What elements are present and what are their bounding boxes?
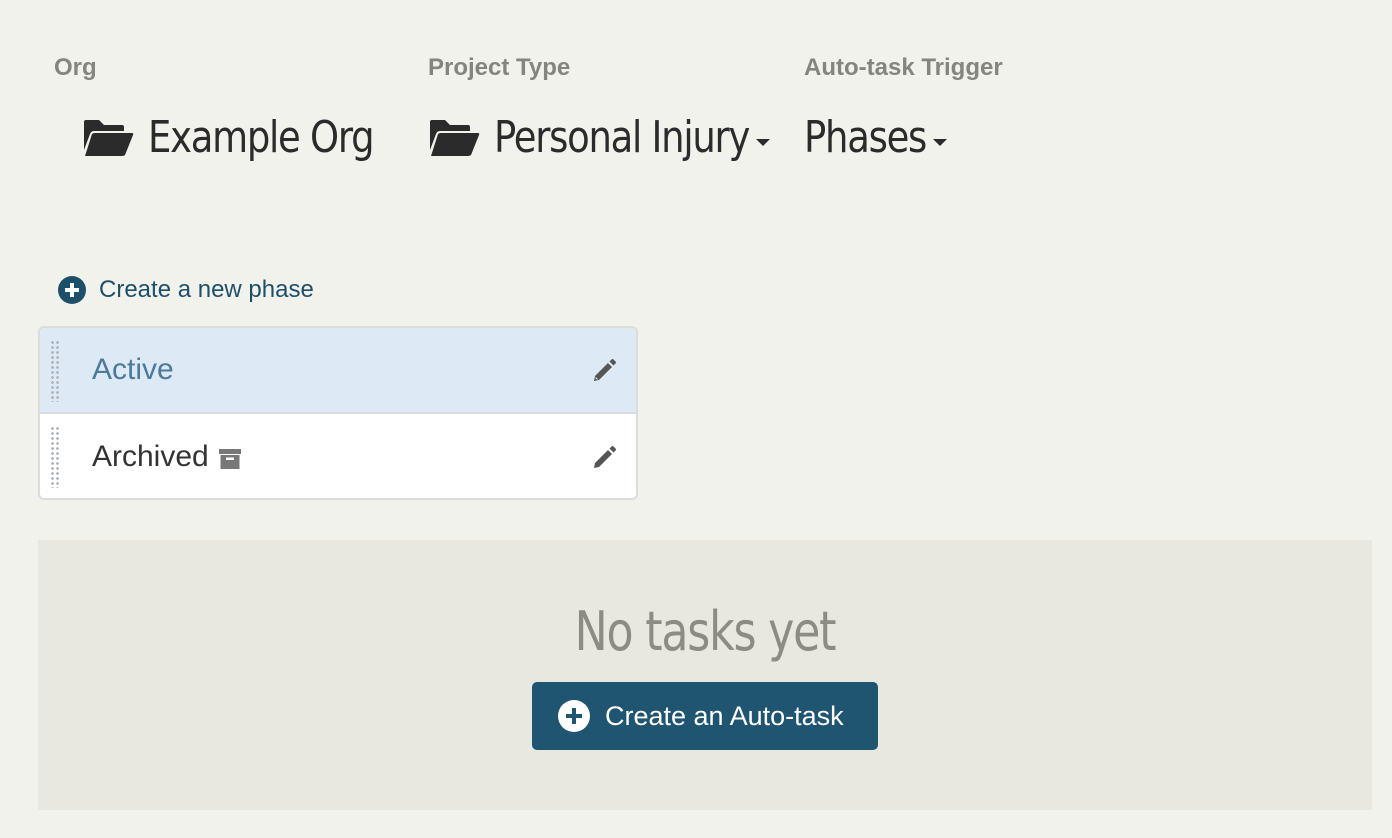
empty-state-panel: No tasks yet Create an Auto-task: [38, 540, 1372, 810]
project-type-dropdown[interactable]: Personal Injury: [428, 114, 770, 162]
pencil-icon[interactable]: [592, 357, 618, 383]
empty-state-title-text: No tasks yet: [574, 600, 837, 663]
create-phase-label: Create a new phase: [99, 276, 314, 303]
phase-list: Active Archived: [38, 326, 638, 500]
pencil-icon[interactable]: [592, 444, 618, 470]
phase-name: Active: [92, 353, 174, 386]
drag-handle-icon[interactable]: [50, 426, 60, 488]
trigger-value: Phases: [804, 112, 927, 163]
folder-open-icon: [430, 120, 480, 156]
caret-down-icon: [755, 138, 770, 146]
phase-name: Archived: [92, 439, 209, 473]
drag-handle-icon[interactable]: [50, 340, 60, 402]
plus-circle-icon: [58, 276, 86, 304]
org-name: Example Org: [148, 112, 375, 163]
create-auto-task-button[interactable]: Create an Auto-task: [532, 682, 878, 750]
plus-circle-icon: [558, 700, 590, 732]
trigger-dropdown[interactable]: Phases: [804, 112, 948, 163]
folder-open-icon: [84, 120, 134, 156]
project-type-value: Personal Injury: [494, 112, 750, 163]
create-phase-link[interactable]: Create a new phase: [58, 276, 314, 304]
project-type-label: Project Type: [428, 54, 571, 81]
create-auto-task-label: Create an Auto-task: [605, 701, 844, 731]
archive-box-icon: [218, 448, 241, 469]
phase-item-archived[interactable]: Archived: [40, 414, 636, 498]
org-selector: Org Example Org: [54, 54, 375, 162]
org-value: Example Org: [82, 114, 416, 162]
trigger-label: Auto-task Trigger: [804, 54, 1003, 81]
phase-item-active[interactable]: Active: [40, 328, 636, 414]
trigger-selector: Auto-task Trigger Phases: [804, 54, 1003, 162]
empty-state-title: No tasks yet: [38, 602, 1372, 662]
caret-down-icon: [933, 138, 948, 146]
project-type-selector: Project Type Personal Injury: [428, 54, 770, 162]
org-label: Org: [54, 54, 97, 81]
